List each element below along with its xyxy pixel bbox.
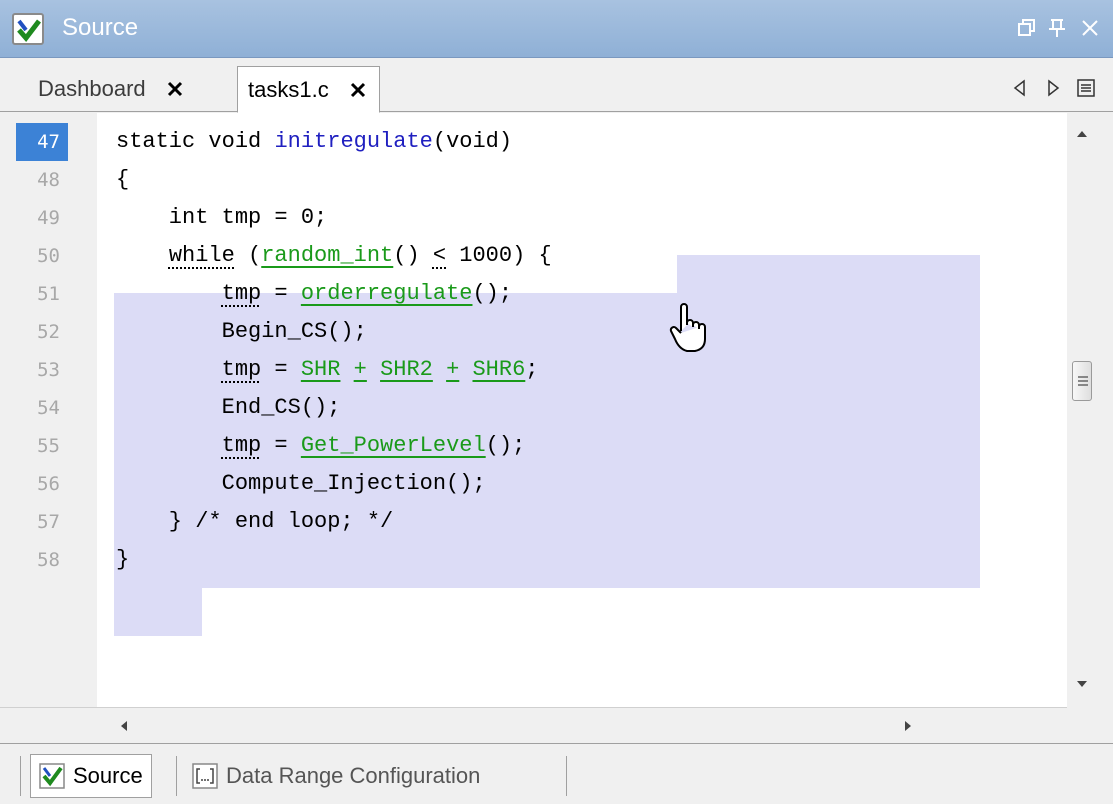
line-number: 58 <box>37 549 60 571</box>
close-window-icon[interactable] <box>1078 16 1102 40</box>
triangle-right-icon[interactable] <box>1041 76 1065 100</box>
line-number: 54 <box>37 397 60 419</box>
scrollbar-corner <box>0 707 97 743</box>
line-number: 51 <box>37 283 60 305</box>
app-check-icon <box>12 13 44 45</box>
tab-label: tasks1.c <box>248 76 329 102</box>
vertical-scrollbar[interactable] <box>1067 113 1113 707</box>
code-line-49: int tmp = 0; <box>116 205 328 230</box>
line-number: 49 <box>37 207 60 229</box>
divider <box>566 756 567 796</box>
code-line-48: { <box>116 167 130 192</box>
line-number: 53 <box>37 359 60 381</box>
bottom-tab-source[interactable]: Source <box>30 754 152 798</box>
tab-strip: Dashboard tasks1.c <box>0 58 1113 113</box>
close-icon[interactable] <box>164 78 186 100</box>
window-title: Source <box>62 14 139 41</box>
scroll-down-icon[interactable] <box>1075 679 1089 689</box>
bottom-tab-bar: Source Data Range Configuration <box>0 743 1113 804</box>
triangle-left-icon[interactable] <box>1008 76 1032 100</box>
scroll-up-icon[interactable] <box>1075 129 1089 139</box>
horizontal-scrollbar[interactable] <box>97 707 1067 743</box>
line-number: 57 <box>37 511 60 533</box>
line-number: 47 <box>16 123 68 161</box>
code-line-52: Begin_CS(); <box>116 319 367 344</box>
bottom-tab-data-range-configuration[interactable]: Data Range Configuration <box>184 754 488 798</box>
block-highlight <box>677 255 980 293</box>
line-number: 48 <box>37 169 60 191</box>
block-highlight <box>114 588 202 636</box>
list-icon[interactable] <box>1074 76 1098 100</box>
scroll-right-icon[interactable] <box>903 719 913 733</box>
line-number: 52 <box>37 321 60 343</box>
title-bar: Source <box>0 0 1113 58</box>
divider <box>176 756 177 796</box>
code-line-54: End_CS(); <box>116 395 341 420</box>
scrollbar-thumb[interactable] <box>1072 361 1092 401</box>
tab-tasks1-c[interactable]: tasks1.c <box>237 66 380 113</box>
bottom-tab-label: Data Range Configuration <box>226 763 481 788</box>
bottom-tab-label: Source <box>73 763 143 788</box>
bracket-icon <box>192 763 218 789</box>
close-icon[interactable] <box>347 79 369 101</box>
tab-label: Dashboard <box>38 76 146 101</box>
code-line-51: tmp = orderregulate(); <box>221 281 513 306</box>
restore-icon[interactable] <box>1015 16 1039 40</box>
code-line-56: Compute_Injection(); <box>116 471 486 496</box>
code-line-47: static void initregulate(void) <box>116 129 513 154</box>
divider <box>20 756 21 796</box>
line-number-gutter: 47 48 49 50 51 52 53 54 55 56 57 58 <box>0 113 97 707</box>
code-line-53: tmp = SHR + SHR2 + SHR6; <box>221 357 539 382</box>
line-number: 55 <box>37 435 60 457</box>
scroll-left-icon[interactable] <box>119 719 129 733</box>
code-line-50: while (random_int() < 1000) { <box>168 243 552 268</box>
line-number: 56 <box>37 473 60 495</box>
hand-cursor-icon <box>669 303 706 352</box>
pin-icon[interactable] <box>1045 16 1069 40</box>
line-number: 50 <box>37 245 60 267</box>
check-icon <box>39 763 65 789</box>
code-line-58: } <box>116 547 130 572</box>
code-line-55: tmp = Get_PowerLevel(); <box>221 433 526 458</box>
code-line-57: } /* end loop; */ <box>116 509 394 534</box>
tab-dashboard[interactable]: Dashboard <box>28 66 196 112</box>
code-editor[interactable]: static void initregulate(void) { int tmp… <box>97 113 1067 707</box>
